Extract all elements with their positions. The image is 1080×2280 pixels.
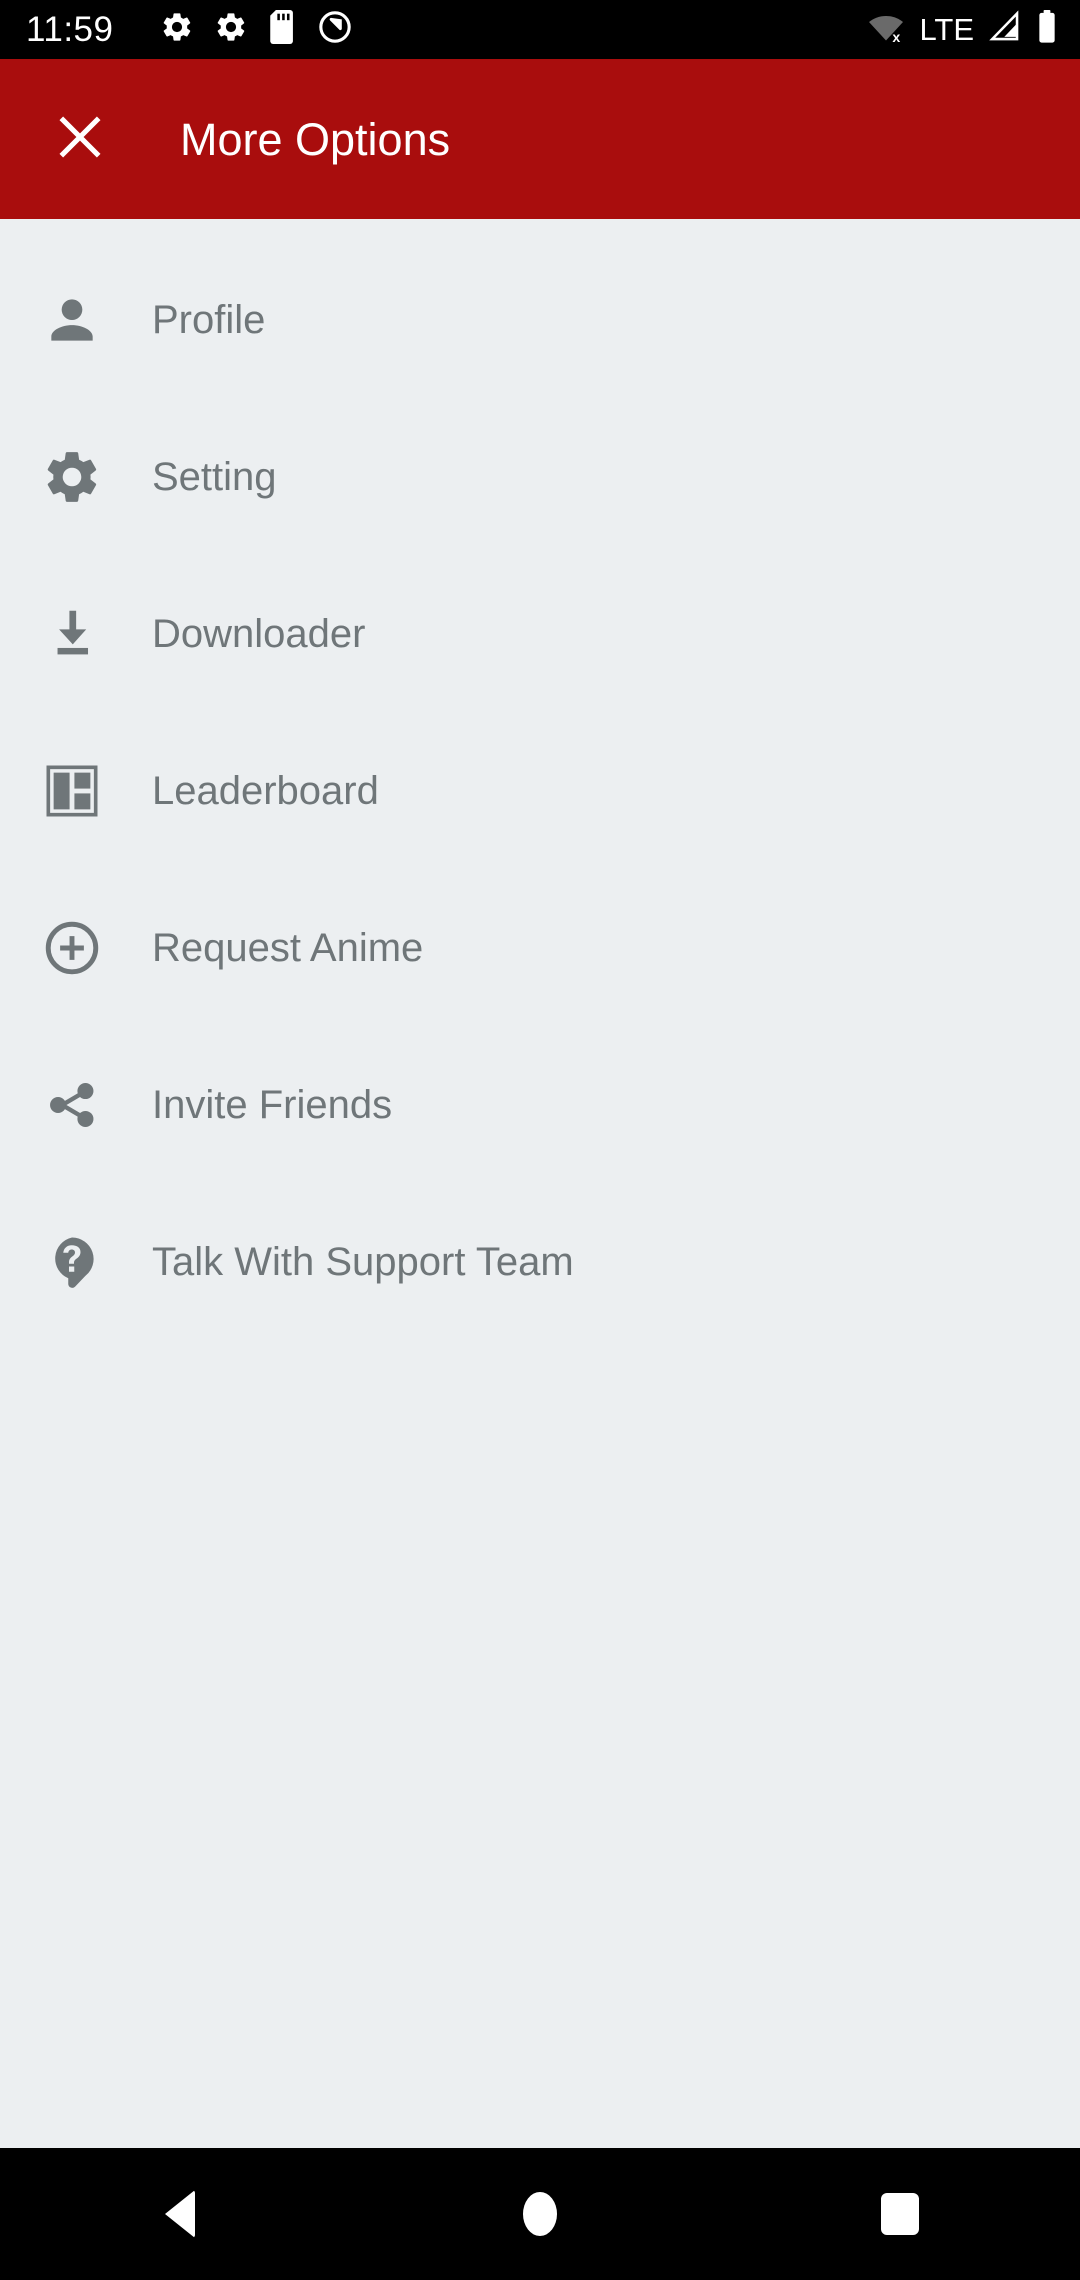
menu-item-downloader[interactable]: Downloader xyxy=(0,555,1080,712)
network-type-label: LTE xyxy=(919,12,974,47)
recents-button[interactable] xyxy=(720,2148,1080,2280)
close-icon xyxy=(51,108,109,171)
triangle-left-icon xyxy=(165,2190,195,2238)
status-bar-left: 11:59 xyxy=(26,10,867,49)
wifi-off-icon: x xyxy=(867,10,905,49)
menu-item-invite-friends[interactable]: Invite Friends xyxy=(0,1026,1080,1183)
download-icon xyxy=(36,598,108,670)
menu-item-label: Request Anime xyxy=(152,925,424,970)
app-bar: More Options xyxy=(0,59,1080,219)
help-bubble-icon xyxy=(36,1226,108,1298)
plus-circle-icon xyxy=(36,912,108,984)
svg-text:x: x xyxy=(893,30,901,44)
menu-item-leaderboard[interactable]: Leaderboard xyxy=(0,712,1080,869)
menu-item-request-anime[interactable]: Request Anime xyxy=(0,869,1080,1026)
menu-item-setting[interactable]: Setting xyxy=(0,398,1080,555)
signal-icon xyxy=(988,10,1022,49)
gear-icon xyxy=(214,10,248,49)
menu-item-label: Leaderboard xyxy=(152,768,379,813)
sd-card-icon xyxy=(268,10,298,49)
do-not-disturb-icon xyxy=(318,10,352,49)
system-navigation-bar xyxy=(0,2148,1080,2280)
more-options-menu: Profile Setting Downloader Leaderboard R… xyxy=(0,219,1080,2148)
menu-item-label: Profile xyxy=(152,297,266,342)
menu-item-label: Setting xyxy=(152,454,277,499)
home-button[interactable] xyxy=(360,2148,720,2280)
status-bar-right: x LTE xyxy=(867,10,1058,49)
status-bar: 11:59 x LTE xyxy=(0,0,1080,59)
menu-item-label: Invite Friends xyxy=(152,1082,393,1127)
page-title: More Options xyxy=(180,113,451,165)
share-icon xyxy=(36,1069,108,1141)
menu-item-label: Downloader xyxy=(152,611,366,656)
gear-icon xyxy=(36,441,108,513)
battery-icon xyxy=(1036,10,1058,49)
circle-icon xyxy=(523,2192,557,2236)
close-button[interactable] xyxy=(48,107,112,171)
menu-item-label: Talk With Support Team xyxy=(152,1239,574,1284)
square-icon xyxy=(881,2193,919,2235)
back-button[interactable] xyxy=(0,2148,360,2280)
status-bar-clock: 11:59 xyxy=(26,10,114,49)
phone-screen: 11:59 x LTE More Options Profile Setting… xyxy=(0,0,1080,2280)
dashboard-icon xyxy=(36,755,108,827)
menu-item-talk-with-support-team[interactable]: Talk With Support Team xyxy=(0,1183,1080,1340)
menu-item-profile[interactable]: Profile xyxy=(0,241,1080,398)
gear-icon xyxy=(160,10,194,49)
person-icon xyxy=(36,284,108,356)
